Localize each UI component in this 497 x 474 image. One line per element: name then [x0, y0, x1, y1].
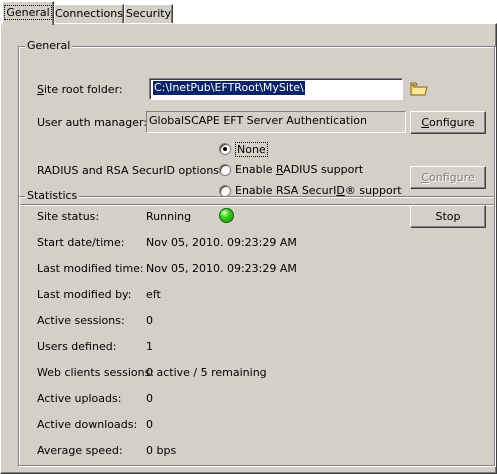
stat-value-last-modified-by: eft [146, 288, 161, 301]
radius-configure-button[interactable]: Configure [410, 166, 486, 189]
site-root-label: Site root folder: [37, 83, 123, 96]
stat-value-site-status: Running [146, 210, 192, 223]
folder-icon[interactable] [410, 81, 428, 97]
auth-value: GlobalSCAPE EFT Server Authentication [149, 114, 367, 127]
status-light-icon [219, 208, 234, 223]
stat-value-web-clients-sessions: 0 active / 5 remaining [146, 366, 267, 379]
tab-connections[interactable]: Connections [54, 4, 124, 23]
stat-label-last-modified-by: Last modified by: [37, 288, 132, 301]
stat-label-web-clients-sessions: Web clients sessions: [37, 366, 155, 379]
auth-label: User auth manager: [37, 116, 148, 129]
stat-value-active-downloads: 0 [146, 418, 153, 431]
stat-label-last-modified-time: Last modified time: [37, 262, 144, 275]
radio-none-label[interactable]: None [235, 142, 268, 157]
stat-label-average-speed: Average speed: [37, 444, 123, 457]
tab-general-label: General [4, 5, 52, 20]
radius-configure-label: Configure [421, 171, 475, 184]
radio-none[interactable] [219, 143, 231, 155]
stop-button-label: Stop [435, 210, 461, 223]
statistics-groupbox: Statistics Stop Site status: Running Sta… [18, 189, 495, 466]
stop-button[interactable]: Stop [410, 205, 486, 228]
stat-value-average-speed: 0 bps [146, 444, 177, 457]
tab-security-label: Security [125, 7, 172, 20]
site-root-value: C:\InetPub\EFTRoot\MySite\ [153, 81, 305, 95]
stat-value-users-defined: 1 [146, 340, 153, 353]
radius-label: RADIUS and RSA SecurID options: [37, 164, 223, 177]
radio-radius[interactable] [219, 164, 231, 176]
site-root-input[interactable]: C:\InetPub\EFTRoot\MySite\ [149, 78, 403, 100]
auth-configure-label: Configure [421, 116, 475, 129]
auth-value-field: GlobalSCAPE EFT Server Authentication [146, 111, 406, 133]
tab-security[interactable]: Security [124, 4, 173, 23]
general-legend: General [25, 39, 73, 53]
stat-value-active-uploads: 0 [146, 392, 153, 405]
stat-value-start-date: Nov 05, 2010. 09:23:29 AM [146, 236, 297, 249]
stat-value-last-modified-time: Nov 05, 2010. 09:23:29 AM [146, 262, 297, 275]
tab-page-general: General Site root folder: C:\InetPub\EFT… [0, 23, 497, 474]
tab-connections-label: Connections [55, 7, 123, 20]
statistics-legend: Statistics [25, 189, 80, 203]
stat-value-active-sessions: 0 [146, 314, 153, 327]
general-groupbox: General Site root folder: C:\InetPub\EFT… [18, 39, 495, 205]
radio-radius-label[interactable]: Enable RADIUS support [235, 163, 363, 177]
stat-label-active-sessions: Active sessions: [37, 314, 125, 327]
stat-label-users-defined: Users defined: [37, 340, 117, 353]
stat-label-active-downloads: Active downloads: [37, 418, 138, 431]
auth-configure-button[interactable]: Configure [410, 111, 486, 134]
stat-label-active-uploads: Active uploads: [37, 392, 122, 405]
stat-label-start-date: Start date/time: [37, 236, 125, 249]
tab-general[interactable]: General [2, 1, 54, 25]
stat-label-site-status: Site status: [37, 210, 100, 223]
